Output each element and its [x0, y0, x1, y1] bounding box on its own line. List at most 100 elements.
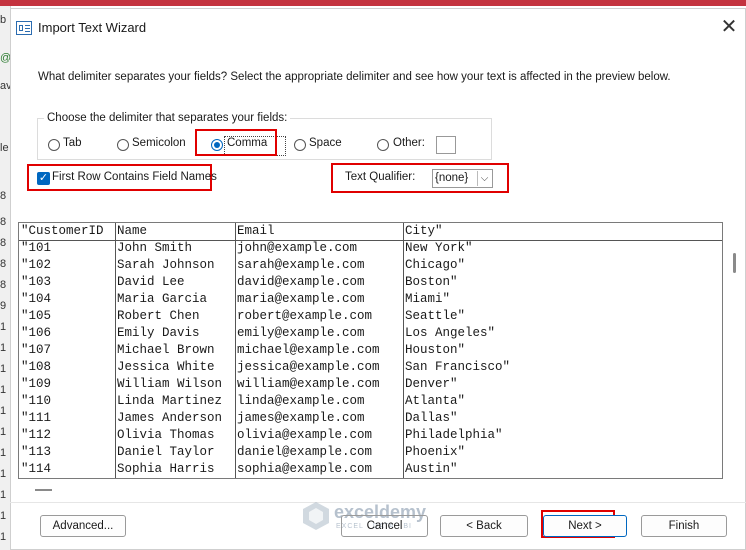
first-row-checkbox-label[interactable]: First Row Contains Field Names — [52, 171, 217, 183]
delimiter-group-label: Choose the delimiter that separates your… — [44, 112, 291, 124]
table-cell: "102 — [21, 258, 52, 272]
table-cell: Atlanta" — [405, 394, 466, 408]
excel-row-number: 8 — [0, 190, 7, 202]
excel-row-number: 1 — [0, 342, 7, 354]
instruction-text: What delimiter separates your fields? Se… — [38, 71, 671, 83]
excel-row-number: 1 — [0, 489, 7, 501]
text-qualifier-label: Text Qualifier: — [345, 171, 416, 183]
radio-space[interactable] — [294, 139, 306, 151]
window-title: Import Text Wizard — [38, 20, 147, 35]
table-cell: Phoenix" — [405, 445, 466, 459]
table-cell: Miami" — [405, 292, 451, 306]
finish-button[interactable]: Finish — [641, 515, 727, 537]
table-cell: Boston" — [405, 275, 458, 289]
table-cell: Jessica White — [117, 360, 215, 374]
table-cell: William Wilson — [117, 377, 223, 391]
table-cell: olivia@example.com — [237, 428, 373, 442]
table-row: "113 Daniel Taylor daniel@example.com Ph… — [19, 444, 722, 461]
exceldemy-logo-icon — [303, 502, 329, 530]
other-delimiter-input[interactable] — [436, 136, 456, 154]
highlight-comma — [195, 129, 277, 156]
table-cell: "106 — [21, 326, 52, 340]
table-row: "106 Emily Davis emily@example.com Los A… — [19, 325, 722, 342]
radio-semicolon[interactable] — [117, 139, 129, 151]
table-cell: "112 — [21, 428, 52, 442]
table-cell: James Anderson — [117, 411, 223, 425]
table-cell: Dallas" — [405, 411, 458, 425]
table-cell: Emily Davis — [117, 326, 200, 340]
table-cell: emily@example.com — [237, 326, 365, 340]
table-row: "104 Maria Garcia maria@example.com Miam… — [19, 291, 722, 308]
table-cell: Daniel Taylor — [117, 445, 215, 459]
radio-other-label[interactable]: Other: — [393, 137, 425, 149]
table-cell: Linda Martinez — [117, 394, 223, 408]
table-cell: "101 — [21, 241, 52, 255]
table-cell: sarah@example.com — [237, 258, 365, 272]
header-cell: Name — [117, 224, 148, 238]
excel-cell-fragment: @ — [0, 52, 10, 64]
radio-other[interactable] — [377, 139, 389, 151]
table-cell: Denver" — [405, 377, 458, 391]
back-button[interactable]: < Back — [440, 515, 528, 537]
table-cell: Maria Garcia — [117, 292, 208, 306]
cancel-button[interactable]: Cancel — [341, 515, 428, 537]
table-cell: Austin" — [405, 462, 458, 476]
table-cell: david@example.com — [237, 275, 365, 289]
table-cell: Sarah Johnson — [117, 258, 215, 272]
table-cell: Robert Chen — [117, 309, 200, 323]
table-row: "109 William Wilson william@example.com … — [19, 376, 722, 393]
table-row: "112 Olivia Thomas olivia@example.com Ph… — [19, 427, 722, 444]
preview-header-row: "CustomerID Name Email City" — [19, 223, 722, 240]
excel-cell-fragment: le — [0, 142, 9, 154]
excel-row-number: 1 — [0, 426, 7, 438]
table-cell: Los Angeles" — [405, 326, 496, 340]
advanced-button[interactable]: Advanced... — [40, 515, 126, 537]
excel-row-number: 8 — [0, 258, 7, 270]
table-cell: sophia@example.com — [237, 462, 373, 476]
table-cell: Sophia Harris — [117, 462, 215, 476]
excel-row-number: 9 — [0, 300, 7, 312]
chevron-down-icon[interactable]: ⌵ — [477, 171, 491, 186]
header-cell: "CustomerID — [21, 224, 104, 238]
wizard-app-icon — [16, 21, 32, 35]
table-cell: robert@example.com — [237, 309, 373, 323]
table-cell: "107 — [21, 343, 52, 357]
horizontal-scroll-thumb[interactable] — [35, 489, 52, 491]
close-icon[interactable]: ✕ — [719, 17, 739, 37]
excel-row-number: 8 — [0, 279, 7, 291]
table-row: "101 John Smith john@example.com New Yor… — [19, 240, 722, 257]
table-cell: "110 — [21, 394, 52, 408]
header-cell: City" — [405, 224, 443, 238]
excel-row-number: 1 — [0, 321, 7, 333]
table-row: "107 Michael Brown michael@example.com H… — [19, 342, 722, 359]
radio-semicolon-label[interactable]: Semicolon — [132, 137, 186, 149]
excel-row-number: 1 — [0, 510, 7, 522]
table-cell: "109 — [21, 377, 52, 391]
table-cell: Seattle" — [405, 309, 466, 323]
table-row: "110 Linda Martinez linda@example.com At… — [19, 393, 722, 410]
table-cell: daniel@example.com — [237, 445, 373, 459]
excel-title-strip — [0, 0, 746, 6]
radio-tab-label[interactable]: Tab — [63, 137, 82, 149]
table-cell: james@example.com — [237, 411, 365, 425]
excel-row-number: 1 — [0, 384, 7, 396]
table-cell: David Lee — [117, 275, 185, 289]
excel-row-number: 1 — [0, 447, 7, 459]
radio-tab[interactable] — [48, 139, 60, 151]
text-qualifier-value: {none} — [435, 172, 469, 184]
table-cell: Philadelphia" — [405, 428, 503, 442]
table-cell: linda@example.com — [237, 394, 365, 408]
table-cell: maria@example.com — [237, 292, 365, 306]
table-cell: "103 — [21, 275, 52, 289]
radio-space-label[interactable]: Space — [309, 137, 342, 149]
preview-grid[interactable]: "CustomerID Name Email City" "101 John S… — [18, 222, 723, 479]
excel-cell-fragment: b — [0, 14, 7, 26]
vertical-scroll-thumb[interactable] — [733, 253, 736, 273]
table-cell: Houston" — [405, 343, 466, 357]
table-cell: Olivia Thomas — [117, 428, 215, 442]
table-cell: john@example.com — [237, 241, 358, 255]
table-cell: San Francisco" — [405, 360, 511, 374]
table-cell: "111 — [21, 411, 52, 425]
next-button[interactable]: Next > — [543, 515, 627, 537]
first-row-checkbox[interactable]: ✓ — [37, 172, 50, 185]
